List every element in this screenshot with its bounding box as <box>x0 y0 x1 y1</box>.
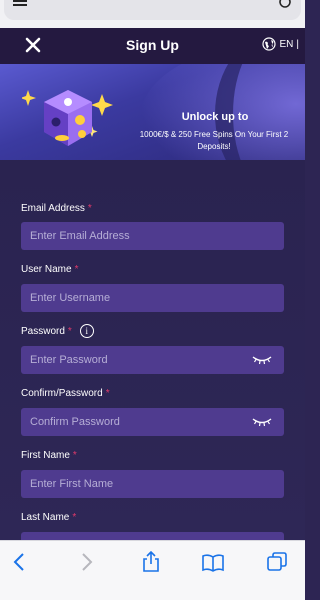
first-name-input[interactable] <box>21 470 284 498</box>
banner-headline: Unlock up to <box>181 111 249 123</box>
required-marker: * <box>87 203 92 214</box>
last-name-label: Last Name * <box>21 512 77 523</box>
dice-mascot-illustration <box>22 90 113 146</box>
email-field[interactable] <box>21 222 284 250</box>
browser-top-bar <box>0 0 305 28</box>
globe-icon <box>262 37 277 51</box>
confirm-password-label: Confirm/Password * <box>21 388 110 399</box>
password-field[interactable] <box>21 346 284 374</box>
confirm-password-field[interactable] <box>21 408 284 436</box>
username-field[interactable] <box>21 284 284 312</box>
promo-banner: Unlock up to 1000€/$ & 250 Free Spins On… <box>0 64 305 160</box>
signup-form: Email Address* User Name* Password* i Co… <box>0 160 305 560</box>
app-header: Sign Up EN | <box>0 28 305 64</box>
required-marker: * <box>67 325 72 337</box>
back-icon[interactable] <box>9 551 31 573</box>
language-code: EN <box>279 38 294 50</box>
browser-bottom-toolbar <box>0 540 305 600</box>
required-marker: * <box>72 512 77 523</box>
confirm-password-input[interactable] <box>21 408 284 436</box>
required-marker: * <box>74 264 79 275</box>
address-bar[interactable] <box>4 0 301 20</box>
bookmarks-icon[interactable] <box>202 551 224 573</box>
email-label: Email Address * <box>21 203 92 214</box>
forward-icon[interactable] <box>75 551 97 573</box>
first-name-label: First Name * <box>21 450 77 461</box>
language-selector[interactable]: EN | <box>262 37 299 51</box>
required-marker: * <box>105 388 110 399</box>
banner-subtext: 1000€/$ & 250 Free Spins On Your First 2… <box>139 130 289 151</box>
first-name-field[interactable] <box>21 470 284 498</box>
email-input[interactable] <box>21 222 284 250</box>
password-input[interactable] <box>21 346 284 374</box>
eye-closed-icon[interactable] <box>252 417 272 427</box>
username-input[interactable] <box>21 284 284 312</box>
username-label: User Name * <box>21 264 79 275</box>
required-marker: * <box>72 450 77 461</box>
info-icon[interactable]: i <box>79 324 94 338</box>
page-title: Sign Up <box>126 37 179 53</box>
menu-icon[interactable] <box>13 0 27 8</box>
reload-icon[interactable] <box>279 0 291 8</box>
language-caret: | <box>296 38 299 50</box>
eye-closed-icon[interactable] <box>252 355 272 365</box>
password-label: Password * i <box>21 324 94 338</box>
share-icon[interactable] <box>140 551 162 573</box>
tabs-icon[interactable] <box>266 551 288 573</box>
